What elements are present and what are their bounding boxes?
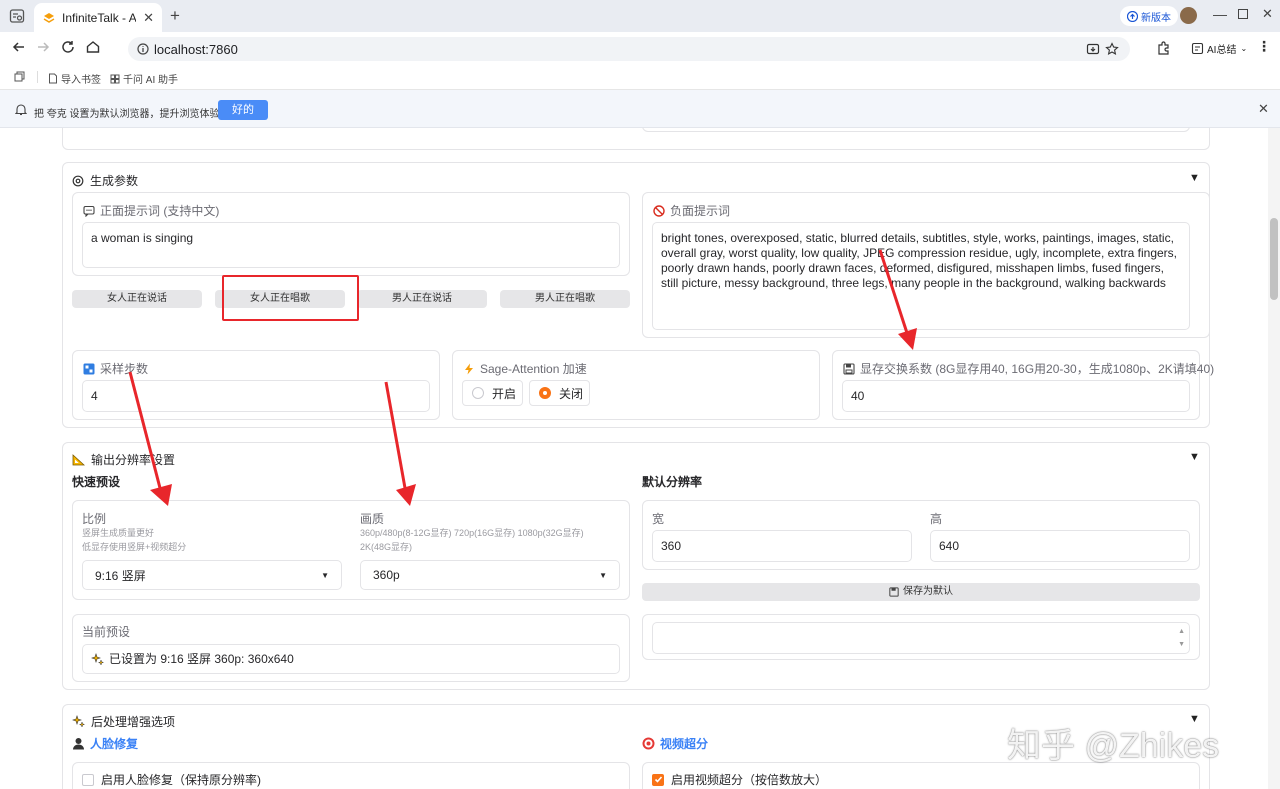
url-text: localhost:7860 — [154, 41, 238, 57]
gradio-logo-icon — [43, 12, 55, 23]
bookmark-qianwen[interactable]: 千问 AI 助手 — [110, 71, 178, 86]
reload-icon[interactable] — [60, 39, 76, 55]
forward-arrow-icon[interactable] — [35, 39, 51, 55]
bookmarks-bar: 导入书签 千问 AI 助手 — [0, 64, 1280, 90]
default-browser-infobar: 把 夸克 设置为默认浏览器，提升浏览体验 好的 ✕ — [0, 90, 1280, 128]
maximize-icon[interactable] — [1238, 9, 1248, 19]
back-arrow-icon[interactable] — [11, 39, 27, 55]
chevron-down-icon: ⌄ — [1240, 44, 1248, 53]
page-scrollbar[interactable] — [1268, 128, 1280, 789]
bookmark-star-icon[interactable] — [1105, 42, 1119, 56]
ai-summary-button[interactable]: AI总结 ⌄ — [1191, 41, 1247, 56]
qianwen-icon — [110, 74, 120, 83]
tab-bar: InfiniteTalk - AI视 ✕ + 新版本 — ✕ — [0, 0, 1280, 32]
new-tab-icon[interactable]: + — [170, 6, 180, 26]
infobar-close-icon[interactable]: ✕ — [1258, 101, 1269, 117]
address-bar[interactable]: localhost:7860 — [128, 37, 1130, 61]
scrollbar-thumb[interactable] — [1270, 218, 1278, 300]
user-avatar[interactable] — [1180, 7, 1197, 24]
tab-title: InfiniteTalk - AI视 — [62, 11, 136, 25]
extensions-icon[interactable] — [1156, 40, 1172, 56]
gradio-page: 生成参数 ▼ 正面提示词 (支持中文) a woman is singing 女… — [0, 128, 1268, 789]
window-close-icon[interactable]: ✕ — [1262, 6, 1273, 22]
menu-icon[interactable]: ⋮ — [1257, 38, 1271, 55]
tab-actions-icon[interactable] — [9, 8, 25, 24]
install-app-icon[interactable] — [1086, 42, 1100, 56]
home-icon[interactable] — [85, 39, 101, 55]
ai-summary-icon — [1191, 42, 1204, 55]
infobar-ok-button[interactable]: 好的 — [218, 100, 268, 120]
browser-tab[interactable]: InfiniteTalk - AI视 ✕ — [34, 3, 162, 32]
infobar-message: 把 夸克 设置为默认浏览器，提升浏览体验 — [34, 109, 220, 120]
bookmarks-divider — [37, 71, 38, 83]
browser-toolbar: localhost:7860 AI总结 ⌄ ⋮ — [0, 32, 1280, 64]
tab-group-icon[interactable] — [14, 71, 25, 82]
site-info-icon — [137, 43, 149, 55]
bookmark-import[interactable]: 导入书签 — [48, 71, 101, 86]
new-version-badge[interactable]: 新版本 — [1120, 6, 1178, 26]
bell-icon — [15, 103, 27, 116]
annotation-arrows — [128, 249, 917, 506]
import-bookmarks-icon — [49, 73, 57, 84]
minimize-icon[interactable]: — — [1213, 6, 1227, 22]
zhihu-watermark: 知乎 @Zhikes — [1007, 727, 1220, 765]
tab-close-icon[interactable]: ✕ — [143, 10, 154, 26]
upgrade-icon — [1127, 10, 1138, 22]
